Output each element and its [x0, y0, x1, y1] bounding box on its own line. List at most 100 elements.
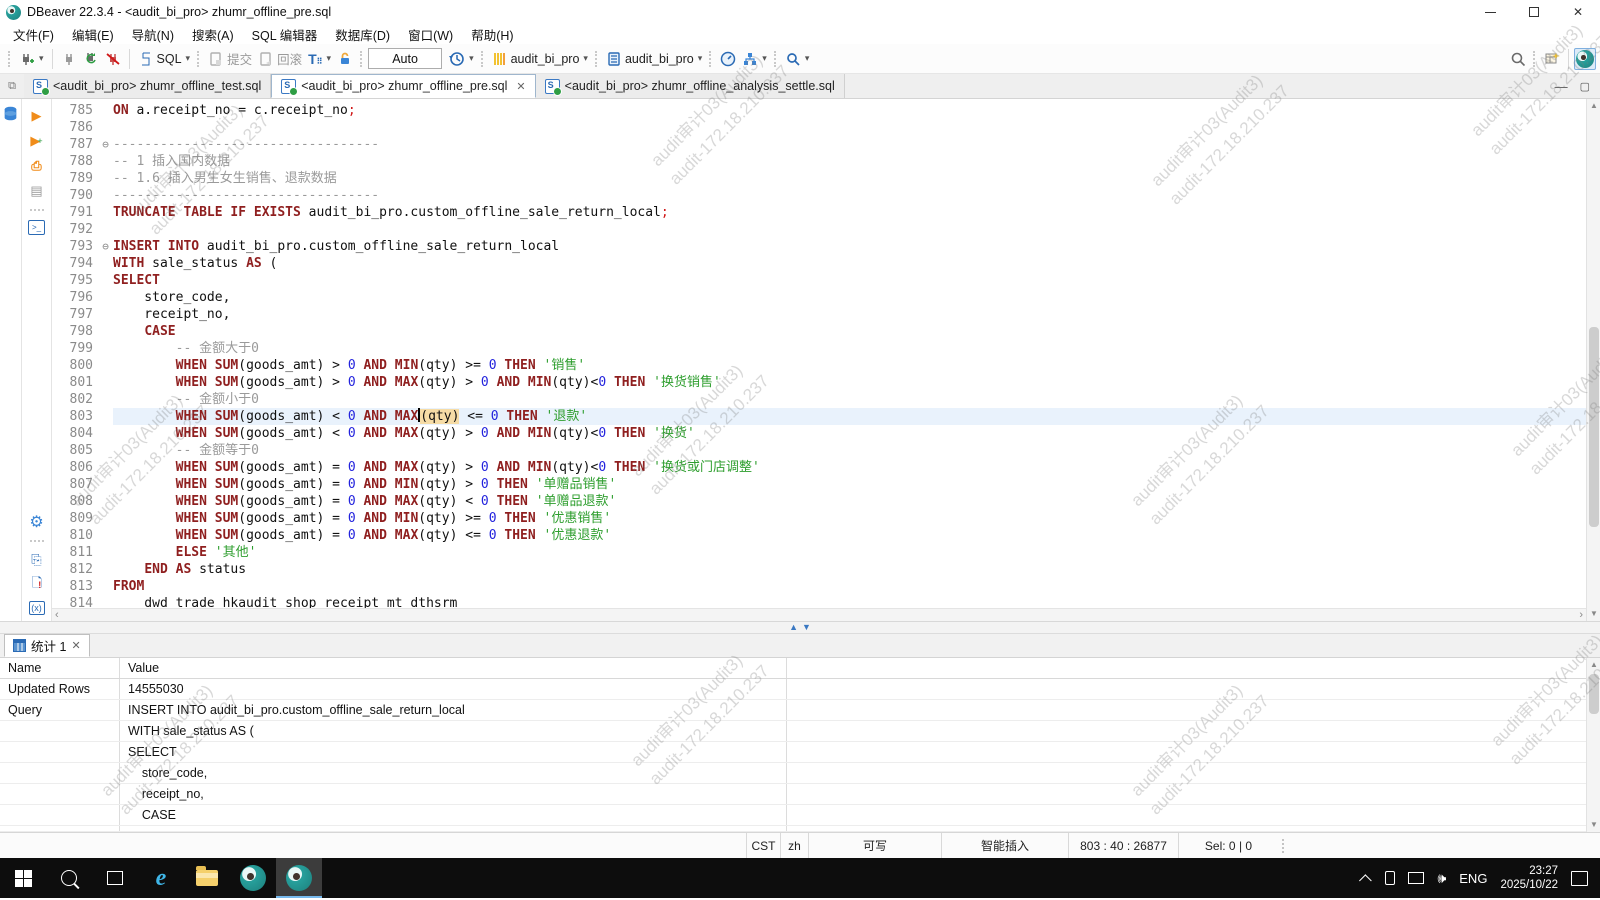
scrollbar-thumb[interactable] [1589, 327, 1599, 527]
maximize-view-icon[interactable]: ▢ [1580, 80, 1590, 93]
dbeaver-taskbar-button-active[interactable] [276, 858, 322, 898]
code-line[interactable]: 794WITH sale_status AS ( [52, 255, 1586, 272]
code-line[interactable]: 799 -- 金额大于0 [52, 340, 1586, 357]
validate-icon[interactable]: 🗋! [28, 576, 46, 594]
start-button[interactable] [0, 858, 46, 898]
restore-trimstack-icon[interactable]: ⧉ [0, 74, 24, 98]
table-row[interactable]: QueryINSERT INTO audit_bi_pro.custom_off… [0, 700, 1600, 721]
tray-chevron-icon[interactable] [1359, 874, 1372, 887]
horizontal-scrollbar[interactable]: ‹ › [52, 608, 1586, 621]
sash-down-icon[interactable]: ▼ [802, 623, 811, 632]
code-line[interactable]: 807 WHEN SUM(goods_amt) = 0 AND MIN(qty)… [52, 476, 1586, 493]
transaction-log-button[interactable]: T⠿ ▾ [305, 49, 334, 69]
column-header-value[interactable]: Value [120, 658, 787, 678]
code-line[interactable]: 795SELECT [52, 272, 1586, 289]
code-line[interactable]: 792 [52, 221, 1586, 238]
speaker-icon[interactable]: 🕪 [1437, 870, 1446, 887]
status-item[interactable]: zh [780, 833, 808, 858]
scroll-left-icon[interactable]: ‹ [55, 609, 59, 621]
dbeaver-taskbar-button[interactable] [230, 858, 276, 898]
code-line[interactable]: 786 [52, 119, 1586, 136]
code-line[interactable]: 809 WHEN SUM(goods_amt) = 0 AND MIN(qty)… [52, 510, 1586, 527]
code-line[interactable]: 806 WHEN SUM(goods_amt) = 0 AND MAX(qty)… [52, 459, 1586, 476]
code-line[interactable]: 800 WHEN SUM(goods_amt) > 0 AND MIN(qty)… [52, 357, 1586, 374]
status-item[interactable]: CST [746, 833, 780, 858]
scrollbar-thumb[interactable] [1589, 674, 1599, 714]
status-item[interactable]: Sel: 0 | 0 [1178, 833, 1278, 858]
table-row[interactable]: Updated Rows14555030 [0, 679, 1600, 700]
sql-editor-button[interactable]: SQL ▾ [135, 49, 194, 69]
code-line[interactable]: 813FROM [52, 578, 1586, 595]
search-button[interactable]: ▾ [782, 49, 813, 69]
tab-statistics[interactable]: 统计 1 ✕ [4, 634, 90, 657]
status-item[interactable]: 可写 [808, 833, 941, 858]
taskbar-search-button[interactable] [46, 858, 92, 898]
execute-new-tab-icon[interactable]: ▶+ [28, 132, 46, 150]
menu-item[interactable]: 编辑(E) [63, 24, 123, 44]
code-line[interactable]: 814 dwd_trade_hkaudit_shop_receipt_mt_dt… [52, 595, 1586, 608]
disconnect-button[interactable] [102, 49, 124, 69]
status-item[interactable]: 智能插入 [941, 833, 1068, 858]
status-item[interactable]: 803 : 40 : 26877 [1068, 833, 1178, 858]
close-icon[interactable]: ✕ [516, 80, 525, 93]
close-icon[interactable]: ✕ [71, 639, 80, 652]
code-line[interactable]: 793⊖INSERT INTO audit_bi_pro.custom_offl… [52, 238, 1586, 255]
editor-tab[interactable]: <audit_bi_pro> zhumr_offline_test.sql [24, 74, 271, 98]
table-row[interactable]: WITH sale_status AS ( [0, 721, 1600, 742]
code-line[interactable]: 801 WHEN SUM(goods_amt) > 0 AND MAX(qty)… [52, 374, 1586, 391]
code-line[interactable]: 789-- 1.6 插入男生女生销售、退款数据 [52, 170, 1586, 187]
ie-button[interactable]: e [138, 858, 184, 898]
explain-plan-icon[interactable]: ▤ [28, 182, 46, 200]
menu-item[interactable]: 文件(F) [4, 24, 63, 44]
task-view-button[interactable] [92, 858, 138, 898]
editor-tab[interactable]: <audit_bi_pro> zhumr_offline_analysis_se… [536, 74, 845, 98]
code-line[interactable]: 790---------------------------------- [52, 187, 1586, 204]
menu-item[interactable]: 帮助(H) [462, 24, 522, 44]
rollback-button[interactable]: 回滚 [255, 47, 305, 70]
menu-item[interactable]: SQL 编辑器 [243, 24, 327, 44]
code-line[interactable]: 812 END AS status [52, 561, 1586, 578]
network-tray-icon[interactable] [1408, 872, 1424, 884]
usb-icon[interactable] [1385, 871, 1395, 885]
minimize-button[interactable] [1468, 0, 1512, 24]
vertical-scrollbar[interactable]: ▲ ▼ [1586, 99, 1600, 621]
code-line[interactable]: 785ON a.receipt_no = c.receipt_no; [52, 102, 1586, 119]
file-explorer-button[interactable] [184, 858, 230, 898]
database-navigator-icon[interactable] [2, 105, 19, 122]
gear-icon[interactable]: ⚙ [28, 513, 46, 531]
code-line[interactable]: 798 CASE [52, 323, 1586, 340]
table-row[interactable] [0, 826, 1600, 832]
code-line[interactable]: 810 WHEN SUM(goods_amt) = 0 AND MAX(qty)… [52, 527, 1586, 544]
dashboard-button[interactable] [717, 49, 739, 69]
code-lines[interactable]: 785ON a.receipt_no = c.receipt_no;786787… [52, 99, 1586, 608]
results-vertical-scrollbar[interactable]: ▲ ▼ [1586, 658, 1600, 832]
language-indicator[interactable]: ENG [1459, 871, 1487, 886]
close-button[interactable]: ✕ [1556, 0, 1600, 24]
code-line[interactable]: 791TRUNCATE TABLE IF EXISTS audit_bi_pro… [52, 204, 1586, 221]
scroll-up-icon[interactable]: ▲ [1587, 99, 1600, 113]
variables-icon[interactable]: (x) [29, 601, 45, 615]
table-row[interactable]: SELECT [0, 742, 1600, 763]
sash-up-icon[interactable]: ▲ [789, 623, 798, 632]
transaction-history-button[interactable]: ▾ [446, 49, 477, 69]
fold-icon[interactable]: ⊖ [98, 136, 113, 153]
fold-icon[interactable]: ⊖ [98, 238, 113, 255]
column-header-name[interactable]: Name [0, 658, 120, 678]
reconnect-button[interactable] [80, 49, 102, 69]
minimize-view-icon[interactable]: — [1555, 79, 1568, 94]
code-line[interactable]: 787⊖---------------------------------- [52, 136, 1586, 153]
scroll-right-icon[interactable]: › [1579, 609, 1583, 621]
editor-tab[interactable]: <audit_bi_pro> zhumr_offline_pre.sql✕ [271, 74, 535, 98]
panel-sash[interactable]: ▲ ▼ [0, 622, 1600, 634]
code-line[interactable]: 804 WHEN SUM(goods_amt) < 0 AND MAX(qty)… [52, 425, 1586, 442]
scroll-down-icon[interactable]: ▼ [1587, 607, 1600, 621]
quick-search-button[interactable] [1507, 49, 1529, 69]
execute-script-icon[interactable]: ⎙ [28, 157, 46, 175]
commit-button[interactable]: 提交 [205, 47, 255, 70]
invalidate-button[interactable] [58, 49, 80, 69]
table-row[interactable]: receipt_no, [0, 784, 1600, 805]
code-line[interactable]: 797 receipt_no, [52, 306, 1586, 323]
lock-button[interactable] [334, 49, 356, 69]
code-line[interactable]: 803 WHEN SUM(goods_amt) < 0 AND MAX(qty)… [52, 408, 1586, 425]
code-line[interactable]: 788-- 1 插入国内数据 [52, 153, 1586, 170]
